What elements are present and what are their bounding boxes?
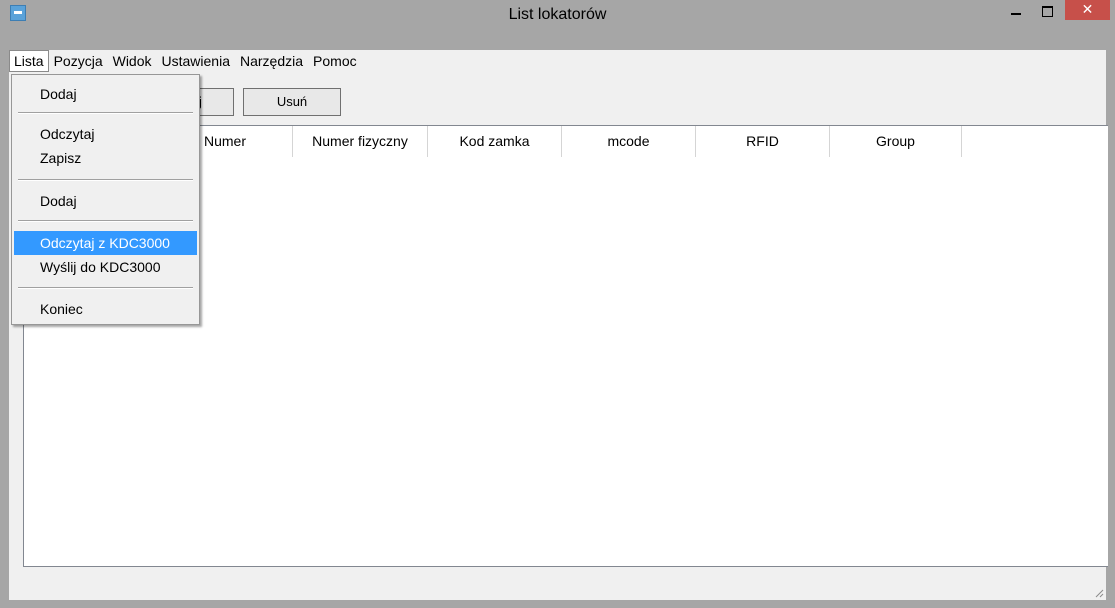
menu-item-dodaj[interactable]: Dodaj (14, 83, 197, 105)
column-header-rfid[interactable]: RFID (696, 126, 830, 157)
title-bar[interactable]: List lokatorów ✕ (0, 0, 1115, 44)
menu-ustawienia[interactable]: Ustawienia (157, 51, 235, 71)
maximize-icon (1041, 5, 1053, 17)
delete-button[interactable]: Usuń (243, 88, 341, 116)
column-header-kod-zamka[interactable]: Kod zamka (428, 126, 562, 157)
menu-separator (18, 179, 193, 181)
close-icon: ✕ (1081, 2, 1094, 18)
lista-dropdown-menu: Dodaj Odczytaj Zapisz Dodaj Odczytaj z K… (11, 74, 200, 325)
menu-item-wyslij-do-kdc3000[interactable]: Wyślij do KDC3000 (14, 256, 197, 278)
menu-separator (18, 287, 193, 289)
column-header-group[interactable]: Group (830, 126, 962, 157)
menu-item-koniec[interactable]: Koniec (14, 298, 197, 320)
menu-pozycja[interactable]: Pozycja (49, 51, 108, 71)
menu-narzedzia[interactable]: Narzędzia (235, 51, 308, 71)
resize-grip-icon[interactable] (1094, 588, 1104, 598)
status-bar (9, 570, 1106, 600)
close-button[interactable]: ✕ (1065, 0, 1110, 20)
column-header-numer-fizyczny[interactable]: Numer fizyczny (293, 126, 428, 157)
window-title: List lokatorów (508, 6, 607, 23)
maximize-button[interactable] (1034, 0, 1060, 22)
menu-bar: Lista Pozycja Widok Ustawienia Narzędzia… (9, 50, 1106, 72)
menu-item-dodaj-2[interactable]: Dodaj (14, 190, 197, 212)
menu-separator (18, 112, 193, 114)
minimize-button[interactable] (1003, 0, 1029, 22)
menu-item-zapisz[interactable]: Zapisz (14, 147, 197, 169)
minimize-icon (1011, 13, 1021, 15)
menu-separator (18, 220, 193, 222)
menu-widok[interactable]: Widok (108, 51, 157, 71)
menu-pomoc[interactable]: Pomoc (308, 51, 362, 71)
menu-item-odczytaj-z-kdc3000[interactable]: Odczytaj z KDC3000 (14, 231, 197, 255)
application-window: List lokatorów ✕ Lista Pozycja Widok Ust… (0, 0, 1115, 608)
menu-item-odczytaj[interactable]: Odczytaj (14, 123, 197, 145)
column-header-mcode[interactable]: mcode (562, 126, 696, 157)
menu-lista[interactable]: Lista (9, 50, 49, 72)
